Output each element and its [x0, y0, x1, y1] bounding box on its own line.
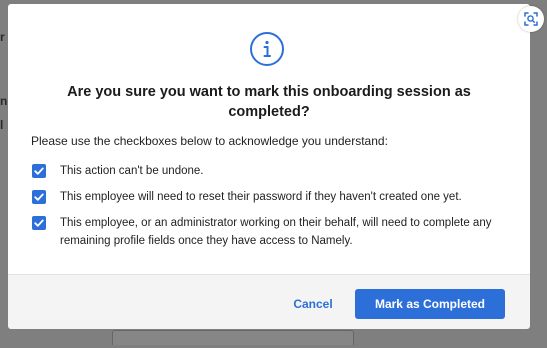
checkbox-checked[interactable]	[32, 164, 46, 178]
acknowledge-checkbox-row[interactable]: This action can't be undone.	[32, 164, 512, 182]
checkbox-label: This employee, or an administrator worki…	[60, 217, 492, 247]
checkmark-icon	[34, 193, 44, 201]
scan-icon[interactable]	[518, 6, 544, 32]
background-text-fragment: n	[0, 94, 8, 108]
acknowledge-checkbox-row[interactable]: This employee, or an administrator worki…	[32, 216, 512, 252]
confirm-dialog: Are you sure you want to mark this onboa…	[8, 4, 530, 329]
mark-as-completed-button[interactable]: Mark as Completed	[355, 289, 505, 319]
background-field	[112, 330, 354, 345]
checkbox-checked[interactable]	[32, 190, 46, 204]
checkmark-icon	[34, 219, 44, 227]
info-icon	[249, 31, 285, 67]
checkbox-label: This action can't be undone.	[60, 165, 204, 177]
dialog-footer: Cancel Mark as Completed	[8, 274, 530, 329]
dialog-instructions: Please use the checkboxes below to ackno…	[31, 134, 388, 148]
dialog-title: Are you sure you want to mark this onboa…	[67, 84, 471, 120]
background-text-fragment: r	[0, 30, 5, 44]
checkmark-icon	[34, 167, 44, 175]
checkbox-checked[interactable]	[32, 216, 46, 230]
background-text-fragment: l	[0, 118, 4, 132]
checkbox-label: This employee will need to reset their p…	[60, 191, 462, 203]
cancel-button[interactable]: Cancel	[280, 290, 346, 318]
acknowledge-checkbox-row[interactable]: This employee will need to reset their p…	[32, 190, 512, 208]
